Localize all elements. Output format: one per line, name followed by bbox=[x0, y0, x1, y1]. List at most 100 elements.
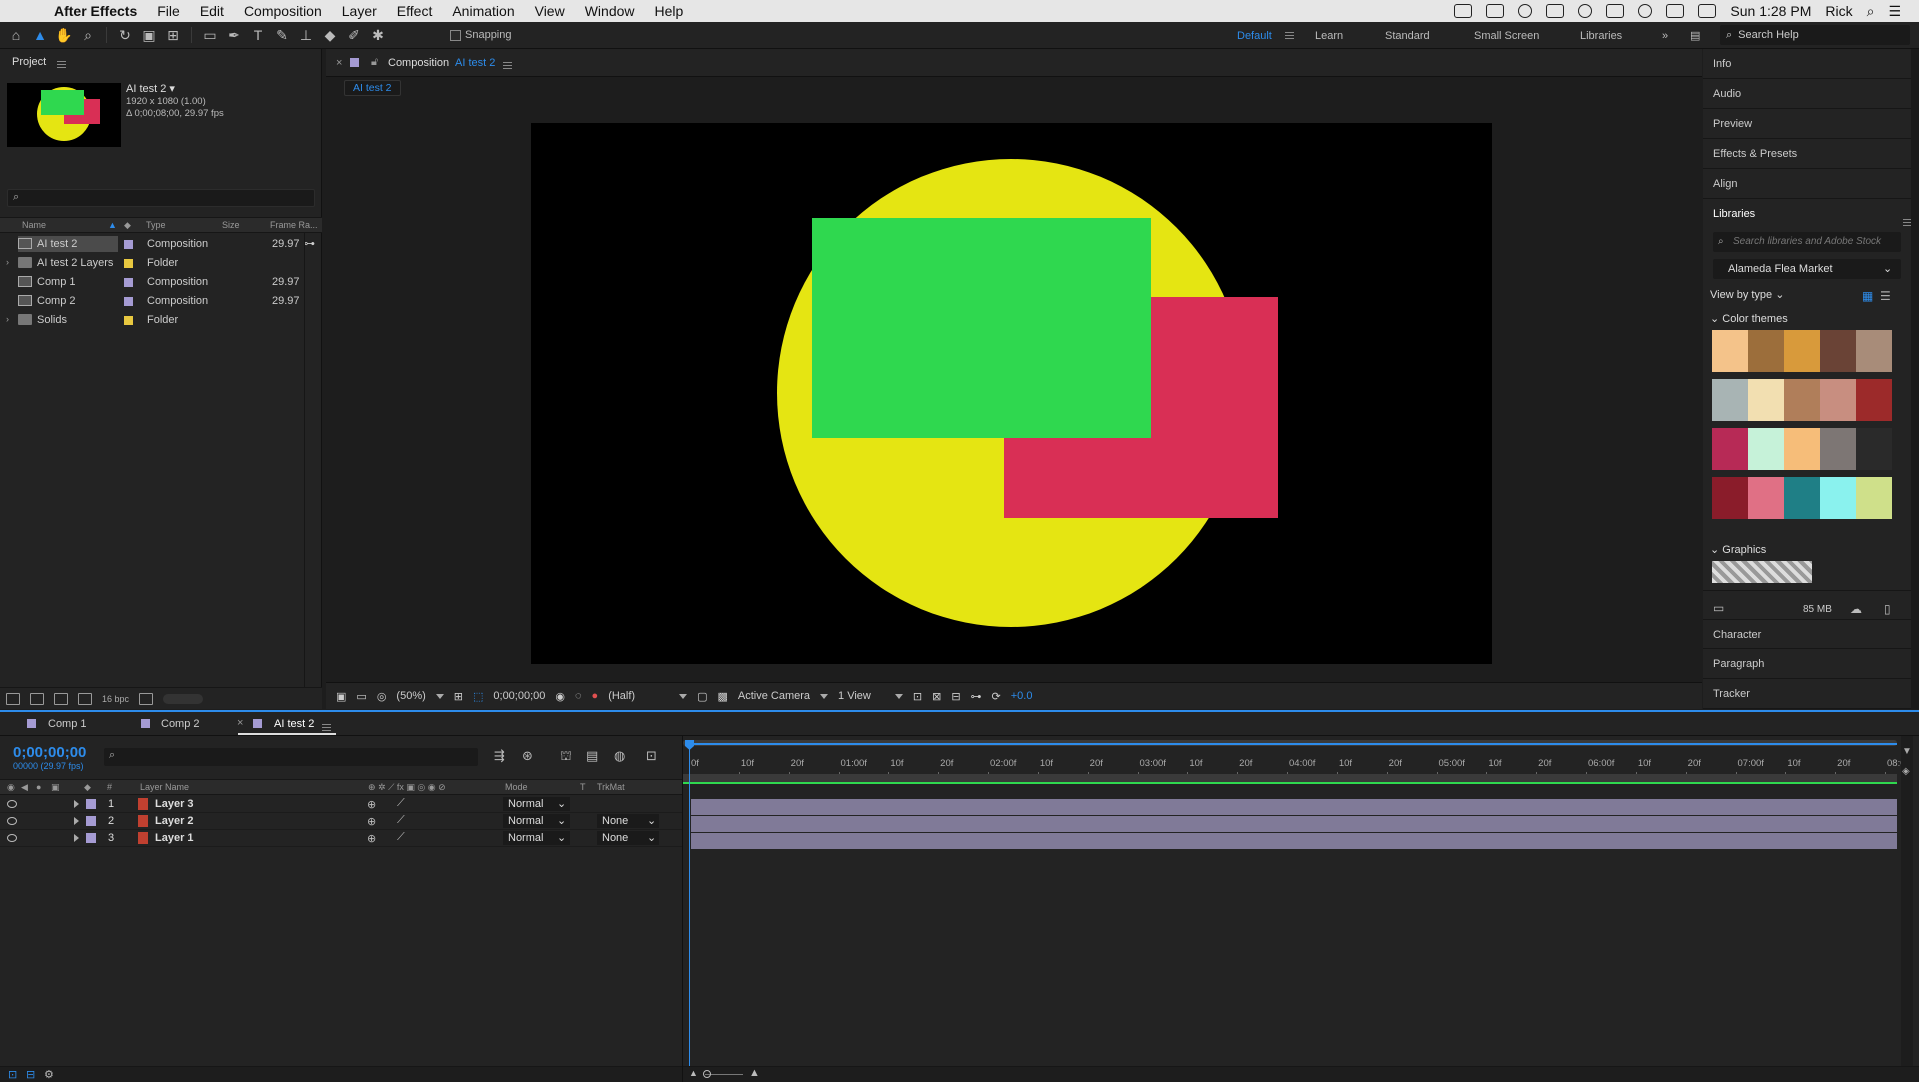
expand-arrow-icon[interactable]: › bbox=[6, 314, 9, 324]
reset-exposure-icon[interactable]: ⟳ bbox=[992, 690, 1001, 703]
zoom-out-icon[interactable]: ▲ bbox=[689, 1068, 698, 1078]
graphics-header[interactable]: ⌄ Graphics bbox=[1710, 543, 1766, 556]
quality-switch-icon[interactable]: ⟋ bbox=[397, 797, 405, 810]
sync-icon[interactable] bbox=[1518, 4, 1533, 18]
volume-icon[interactable] bbox=[1666, 4, 1685, 18]
close-tab-icon[interactable]: × bbox=[336, 57, 342, 69]
selection-tool-icon[interactable]: ▲ bbox=[30, 25, 50, 45]
label-swatch[interactable] bbox=[86, 833, 96, 843]
new-composition-icon[interactable] bbox=[54, 692, 68, 705]
expand-arrow-icon[interactable] bbox=[74, 800, 79, 808]
blend-mode-select[interactable]: Normal ⌄ bbox=[503, 814, 570, 828]
panel-audio[interactable]: Audio bbox=[1703, 79, 1911, 109]
workspace-menu-icon[interactable] bbox=[1285, 22, 1294, 49]
libraries-search-input[interactable]: ⌕ Search libraries and Adobe Stock bbox=[1713, 232, 1901, 252]
panel-libraries[interactable]: Libraries bbox=[1703, 199, 1912, 229]
wifi-icon[interactable] bbox=[1638, 4, 1653, 18]
workspace-default[interactable]: Default bbox=[1237, 22, 1272, 49]
zoom-tool-icon[interactable]: ⌕ bbox=[78, 25, 98, 45]
workspace-standard[interactable]: Standard bbox=[1385, 22, 1430, 49]
panel-preview[interactable]: Preview bbox=[1703, 109, 1911, 139]
view-by-type-dropdown[interactable]: View by type ⌄ bbox=[1710, 288, 1784, 301]
list-view-icon[interactable]: ☰ bbox=[1880, 289, 1891, 303]
library-select[interactable]: Alameda Flea Market ⌄ bbox=[1713, 259, 1901, 279]
camera-tool-icon[interactable]: ▣ bbox=[139, 25, 159, 45]
snapshot-icon[interactable]: ◉ bbox=[555, 690, 565, 703]
time-stretch-toggle-icon[interactable]: ⚙ bbox=[44, 1068, 54, 1081]
panel-character[interactable]: Character bbox=[1703, 619, 1911, 649]
menu-composition[interactable]: Composition bbox=[244, 3, 322, 19]
region-of-interest-icon[interactable]: ▢ bbox=[697, 690, 707, 703]
layer-switches-toggle-icon[interactable]: ⊡ bbox=[8, 1068, 17, 1081]
layer-name[interactable]: Layer 1 bbox=[155, 832, 194, 844]
collapse-switch-icon[interactable]: ⊕ bbox=[367, 832, 376, 845]
shy-layers-icon[interactable]: ⛫ bbox=[560, 748, 572, 766]
time-ruler[interactable]: 0f 10f 20f 01:00f 10f 20f 02:00f 10f 20f 03:00f 10… bbox=[683, 736, 1919, 784]
dropbox-icon[interactable] bbox=[1546, 4, 1565, 18]
toggle-pixel-aspect-icon[interactable]: ⊡ bbox=[913, 690, 922, 703]
col-layer-name[interactable]: Layer Name bbox=[140, 782, 189, 792]
lock-icon[interactable]: 🔓︎ bbox=[371, 56, 378, 69]
monitor-icon[interactable]: ▭ bbox=[356, 690, 366, 703]
hand-tool-icon[interactable]: ✋ bbox=[54, 25, 74, 45]
always-preview-icon[interactable]: ▣ bbox=[336, 690, 346, 703]
draft-3d-icon[interactable]: ⊛ bbox=[522, 748, 533, 764]
modes-toggle-icon[interactable]: ⊟ bbox=[26, 1068, 35, 1081]
quality-switch-icon[interactable]: ⟋ bbox=[397, 814, 405, 827]
graphic-thumbnail[interactable] bbox=[1712, 561, 1812, 583]
layer-name[interactable]: Layer 3 bbox=[155, 798, 194, 810]
track-matte-select[interactable]: None ⌄ bbox=[597, 831, 659, 845]
puppet-pin-tool-icon[interactable]: ✱ bbox=[368, 25, 388, 45]
panel-menu-icon[interactable] bbox=[322, 721, 331, 733]
expand-arrow-icon[interactable]: › bbox=[6, 257, 9, 267]
timeline-layer-row[interactable]: 2 Layer 2 ⊕ ⟋ Normal ⌄ None ⌄ bbox=[0, 813, 682, 830]
timeline-icon[interactable]: ⊟ bbox=[951, 690, 960, 703]
workspace-learn[interactable]: Learn bbox=[1315, 22, 1343, 49]
project-panel-title[interactable]: Project bbox=[12, 56, 46, 68]
panel-toggle-icon[interactable]: ▤ bbox=[1690, 22, 1700, 49]
grid-view-icon[interactable]: ▦ bbox=[1862, 289, 1873, 303]
composition-canvas[interactable] bbox=[531, 123, 1492, 664]
transparency-grid-icon[interactable]: ▩ bbox=[718, 690, 728, 703]
right-panel-scrollbar[interactable] bbox=[1911, 49, 1919, 709]
layer-1-duration-bar[interactable] bbox=[691, 833, 1897, 849]
viewer-tab-prefix[interactable]: Composition bbox=[388, 57, 449, 69]
expand-arrow-icon[interactable] bbox=[74, 834, 79, 842]
grid-icon[interactable]: ⊞ bbox=[454, 690, 463, 703]
menu-view[interactable]: View bbox=[535, 3, 565, 19]
layer-2-duration-bar[interactable] bbox=[691, 816, 1897, 832]
close-tab-icon[interactable]: × bbox=[237, 717, 243, 729]
comp-marker-bin-icon[interactable]: ▼ bbox=[1902, 746, 1912, 757]
audio-column-icon[interactable]: ◀ bbox=[21, 782, 28, 793]
trash-icon[interactable]: ▯ bbox=[1884, 602, 1891, 616]
timeline-search-input[interactable]: ⌕ bbox=[104, 748, 478, 766]
timeline-tab-comp-1[interactable]: Comp 1 bbox=[48, 718, 87, 730]
collapse-switch-icon[interactable]: ⊕ bbox=[367, 815, 376, 828]
flowchart-icon[interactable]: ⊶ bbox=[971, 690, 982, 703]
mask-path-icon[interactable]: ⬚ bbox=[473, 690, 483, 703]
comp-flowchart-icon[interactable]: ⇶ bbox=[494, 748, 505, 764]
home-icon[interactable]: ⌂ bbox=[6, 25, 26, 45]
visibility-column-icon[interactable]: ◉ bbox=[7, 782, 15, 793]
label-swatch[interactable] bbox=[86, 799, 96, 809]
label-swatch[interactable] bbox=[124, 297, 133, 306]
blend-mode-select[interactable]: Normal ⌄ bbox=[503, 797, 570, 811]
fast-previews-icon[interactable]: ⊠ bbox=[932, 690, 941, 703]
viewer-tab-name[interactable]: AI test 2 bbox=[455, 57, 495, 69]
visibility-eye-icon[interactable] bbox=[7, 800, 17, 808]
color-channel-icon[interactable]: ● bbox=[592, 690, 599, 702]
resolution-dropdown[interactable]: (Half) bbox=[608, 690, 688, 702]
expand-arrow-icon[interactable] bbox=[74, 817, 79, 825]
project-selected-name[interactable]: AI test 2 ▾ bbox=[126, 82, 175, 95]
notification-center-icon[interactable]: ☰ bbox=[1888, 3, 1901, 20]
comp-button-icon[interactable]: ◈ bbox=[1902, 766, 1910, 777]
thumbnail-slider[interactable] bbox=[163, 693, 204, 704]
workspace-overflow-icon[interactable]: » bbox=[1662, 22, 1668, 49]
zoom-dropdown[interactable]: (50%) bbox=[396, 690, 444, 702]
visibility-eye-icon[interactable] bbox=[7, 817, 17, 825]
timeline-tab-ai-test-2[interactable]: AI test 2 bbox=[274, 718, 314, 730]
project-settings-icon[interactable] bbox=[78, 692, 92, 705]
snapping-checkbox[interactable] bbox=[450, 29, 461, 41]
current-time-indicator[interactable] bbox=[689, 740, 690, 1082]
label-swatch[interactable] bbox=[86, 816, 96, 826]
